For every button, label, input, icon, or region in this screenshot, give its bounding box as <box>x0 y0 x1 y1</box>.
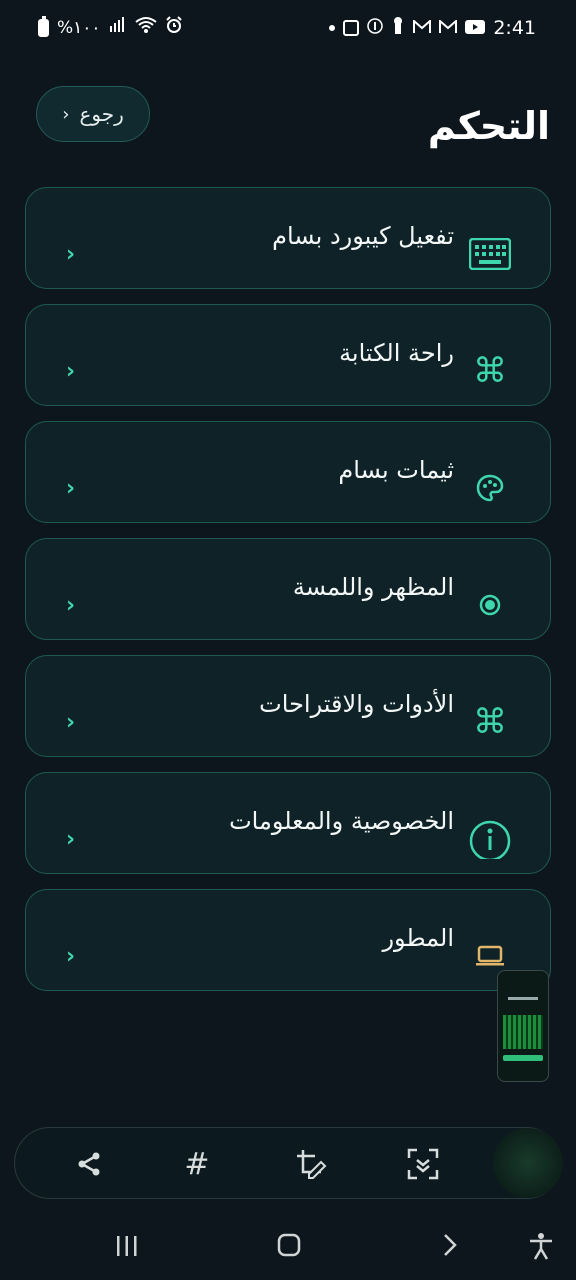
gmail-icon-2 <box>439 17 458 39</box>
screenshot-thumbnail[interactable] <box>497 970 549 1082</box>
status-right: 2:41 <box>329 16 536 39</box>
home-icon[interactable] <box>276 1232 302 1265</box>
menu-item-label: الأدوات والاقتراحات <box>259 690 454 718</box>
thumbnail-keyboard <box>503 1015 543 1049</box>
settings-list: تفعيل كيبورد بسام › راحة الكتابة ⌘ › ثيم… <box>25 187 551 1006</box>
menu-item-typing-comfort[interactable]: راحة الكتابة ⌘ › <box>25 304 551 406</box>
menu-item-label: المظهر واللمسة <box>292 573 454 601</box>
navigation-bar <box>0 1214 576 1280</box>
thumbnail-title-line <box>508 997 538 1000</box>
menu-item-appearance[interactable]: المظهر واللمسة › <box>25 538 551 640</box>
status-bar: %١٠٠ 2:41 <box>0 0 576 58</box>
back-button[interactable]: رجوع ‹ <box>36 86 150 142</box>
command-icon: ⌘ <box>473 351 507 391</box>
hashtag-icon[interactable]: # <box>179 1146 215 1182</box>
menu-item-privacy-info[interactable]: الخصوصية والمعلومات › <box>25 772 551 874</box>
menu-item-label: المطور <box>382 924 454 952</box>
chevron-left-icon: ‹ <box>62 103 70 125</box>
info-icon <box>468 819 512 859</box>
screenshot-toolbar: # <box>14 1127 563 1199</box>
keyboard-icon <box>468 234 512 274</box>
menu-item-label: راحة الكتابة <box>339 339 454 367</box>
thumbnail-button <box>503 1055 543 1061</box>
menu-item-label: الخصوصية والمعلومات <box>229 807 454 835</box>
notification-dot-icon <box>329 24 336 31</box>
back-nav-icon[interactable] <box>440 1232 460 1265</box>
menu-item-keyboard-activation[interactable]: تفعيل كيبورد بسام › <box>25 187 551 289</box>
crop-edit-icon[interactable] <box>293 1146 329 1182</box>
chevron-right-icon: › <box>66 242 76 267</box>
page-title: التحكم <box>427 104 550 148</box>
accessibility-icon[interactable] <box>528 1232 554 1267</box>
chevron-right-icon: › <box>66 359 76 384</box>
youtube-icon <box>465 17 486 39</box>
battery-icon <box>38 15 49 37</box>
battery-percent: %١٠٠ <box>57 17 101 38</box>
chevron-right-icon: › <box>66 827 76 852</box>
preview-thumbnail[interactable] <box>493 1128 563 1198</box>
gallery-icon <box>343 19 360 36</box>
clock: 2:41 <box>493 16 536 39</box>
back-label: رجوع <box>79 102 124 126</box>
palette-icon <box>468 468 512 508</box>
menu-item-label: ثيمات بسام <box>338 456 454 484</box>
radio-dot-icon <box>468 585 512 625</box>
chevron-right-icon: › <box>66 476 76 501</box>
menu-item-label: تفعيل كيبورد بسام <box>272 222 454 250</box>
command-icon: ⌘ <box>473 702 507 742</box>
menu-item-themes[interactable]: ثيمات بسام › <box>25 421 551 523</box>
scan-icon[interactable] <box>405 1146 441 1182</box>
chevron-right-icon: › <box>66 593 76 618</box>
alarm-icon <box>165 16 183 39</box>
wifi-icon <box>134 16 157 39</box>
chevron-right-icon: › <box>66 944 76 969</box>
gmail-icon <box>413 17 432 39</box>
chevron-right-icon: › <box>66 710 76 735</box>
share-icon[interactable] <box>71 1146 107 1182</box>
recent-apps-icon[interactable] <box>114 1232 140 1265</box>
keyhole-icon <box>391 16 405 39</box>
signal-icon <box>109 17 127 38</box>
info-small-icon <box>367 17 384 39</box>
menu-item-tools-suggestions[interactable]: الأدوات والاقتراحات ⌘ › <box>25 655 551 757</box>
status-left: %١٠٠ <box>38 15 183 39</box>
menu-item-developer[interactable]: المطور › <box>25 889 551 991</box>
